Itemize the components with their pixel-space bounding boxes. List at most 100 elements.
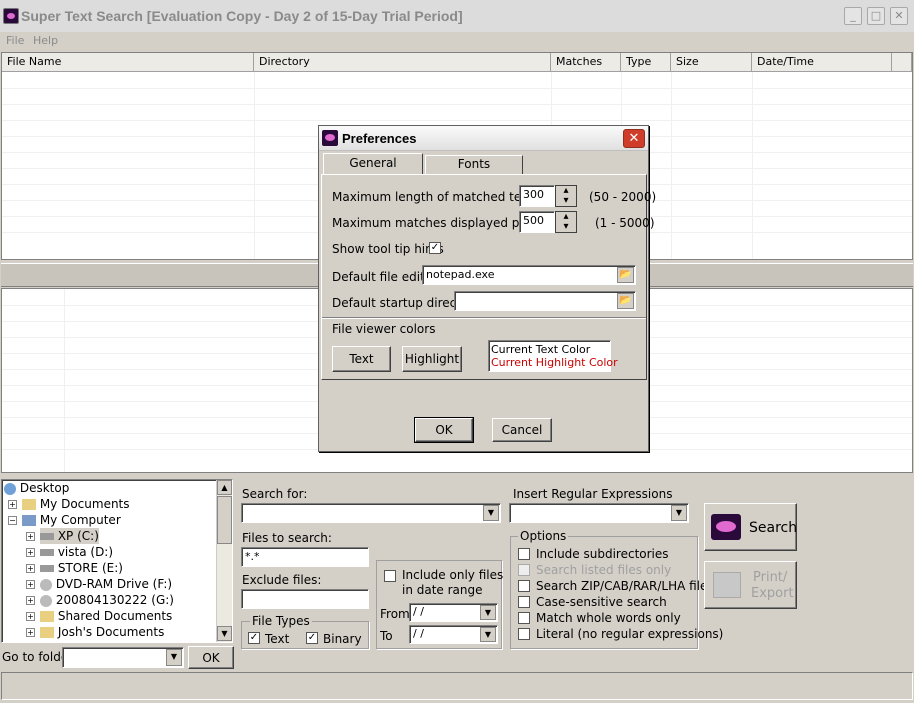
divider [2,104,912,105]
tree-item-xp-c[interactable]: XP (C:) [40,528,99,544]
tab-fonts[interactable]: Fonts [425,155,523,174]
collapse-icon[interactable]: − [8,516,17,525]
chevron-down-icon[interactable]: ▼ [671,505,687,521]
text-checkbox[interactable]: ✓ [248,632,260,644]
expand-icon[interactable]: + [26,628,35,637]
text-color-button[interactable]: Text [332,346,391,372]
files-to-search-label: Files to search: [242,531,332,545]
menu-file[interactable]: File [6,32,24,50]
divider [2,88,912,89]
divider [752,72,753,259]
tab-general[interactable]: General [323,153,423,174]
tree-item-joshs-documents[interactable]: Josh's Documents [40,624,164,640]
tree-item-store-e[interactable]: STORE (E:) [40,560,123,576]
expand-icon[interactable]: + [26,596,35,605]
editor-value: notepad.exe [426,268,495,281]
print-label: Print/ [753,570,788,585]
scroll-up-icon[interactable]: ▲ [217,480,232,495]
print-export-button[interactable]: Print/ Export [704,561,797,609]
col-directory[interactable]: Directory [254,53,551,72]
case-checkbox[interactable] [518,596,530,608]
zip-checkbox[interactable] [518,580,530,592]
expand-icon[interactable]: + [26,580,35,589]
current-text-color: Current Text Color [491,343,591,356]
tree-item-shared-documents[interactable]: Shared Documents [40,608,172,624]
regex-label: Insert Regular Expressions [513,487,673,501]
col-matches[interactable]: Matches [551,53,621,72]
date-range-checkbox[interactable] [384,570,396,582]
maximize-icon[interactable]: □ [867,7,885,25]
goto-ok-button[interactable]: OK [188,646,234,669]
scroll-down-icon[interactable]: ▼ [217,626,232,641]
app-eye-icon [3,8,19,24]
dialog-close-icon[interactable]: ✕ [623,129,645,148]
expand-icon[interactable]: + [8,500,17,509]
goto-folder-combo[interactable]: ▼ [62,647,184,668]
tree-item-g[interactable]: 200804130222 (G:) [40,592,174,608]
max-length-spinner[interactable]: ▴ ▾ [555,185,577,207]
editor-input[interactable]: notepad.exe 📂 [422,265,636,285]
tree-item-desktop[interactable]: Desktop [4,480,69,496]
exclude-files-input[interactable] [241,589,369,609]
max-matches-range: (1 - 5000) [595,216,655,230]
max-length-input[interactable]: 300 [519,185,555,207]
startup-input[interactable]: 📂 [454,291,636,311]
ok-button[interactable]: OK [414,417,474,443]
tree-item-my-documents[interactable]: My Documents [22,496,130,512]
folder-tree[interactable]: Desktop + My Documents − My Computer + X… [1,479,233,643]
folder-icon [22,499,36,510]
cancel-button[interactable]: Cancel [492,418,552,442]
divider [322,317,646,318]
expand-icon[interactable]: + [26,612,35,621]
options-label: Options [518,529,569,543]
dialog-title: Preferences [342,131,417,146]
folder-icon [40,611,54,622]
expand-icon[interactable]: + [26,548,35,557]
expand-icon[interactable]: + [26,564,35,573]
drive-icon [40,549,54,556]
expand-icon[interactable]: + [26,532,35,541]
binary-checkbox[interactable]: ✓ [306,632,318,644]
tree-item-vista-d[interactable]: vista (D:) [40,544,113,560]
literal-checkbox[interactable] [518,628,530,640]
regex-combo[interactable]: ▼ [509,503,689,523]
scroll-thumb[interactable] [217,496,232,544]
col-size[interactable]: Size [671,53,752,72]
close-icon[interactable]: ✕ [890,7,908,25]
max-matches-input[interactable]: 500 [519,211,555,233]
status-bar [1,672,913,700]
menu-help[interactable]: Help [33,32,58,50]
minimize-icon[interactable]: _ [844,7,862,25]
col-type[interactable]: Type [621,53,671,72]
disc-icon [40,594,52,607]
open-folder-icon[interactable]: 📂 [617,293,634,309]
search-button[interactable]: Search [704,503,797,551]
text-type-label: Text [265,632,290,646]
include-subdirs-checkbox[interactable] [518,548,530,560]
col-file-name[interactable]: File Name [2,53,254,72]
tooltips-checkbox[interactable]: ✓ [429,242,441,254]
chevron-down-icon[interactable]: ▼ [166,649,182,666]
tree-item-dvd-f[interactable]: DVD-RAM Drive (F:) [40,576,172,592]
option-listed-only: Search listed files only [536,563,672,577]
whole-words-checkbox[interactable] [518,612,530,624]
files-to-search-input[interactable]: *.* [241,547,369,567]
max-matches-spinner[interactable]: ▴ ▾ [555,211,577,233]
open-folder-icon[interactable]: 📂 [617,267,634,283]
chevron-down-icon[interactable]: ▼ [480,627,496,642]
chevron-down-icon[interactable]: ▼ [483,505,499,521]
max-length-range: (50 - 2000) [589,190,657,204]
from-date-input[interactable]: / / ▼ [409,603,498,622]
col-date-time[interactable]: Date/Time [752,53,892,72]
to-date-input[interactable]: / / ▼ [409,625,498,644]
to-label: To [380,629,393,643]
tree-item-my-computer[interactable]: My Computer [22,512,121,528]
tree-scrollbar[interactable]: ▲ ▼ [216,480,232,642]
option-literal: Literal (no regular expressions) [536,627,724,641]
listed-only-checkbox[interactable] [518,564,530,576]
option-zip: Search ZIP/CAB/RAR/LHA files [536,579,714,593]
chevron-down-icon[interactable]: ▼ [480,605,496,620]
max-length-label: Maximum length of matched text [332,190,533,204]
search-for-combo[interactable]: ▼ [241,503,501,523]
highlight-color-button[interactable]: Highlight [402,346,462,372]
